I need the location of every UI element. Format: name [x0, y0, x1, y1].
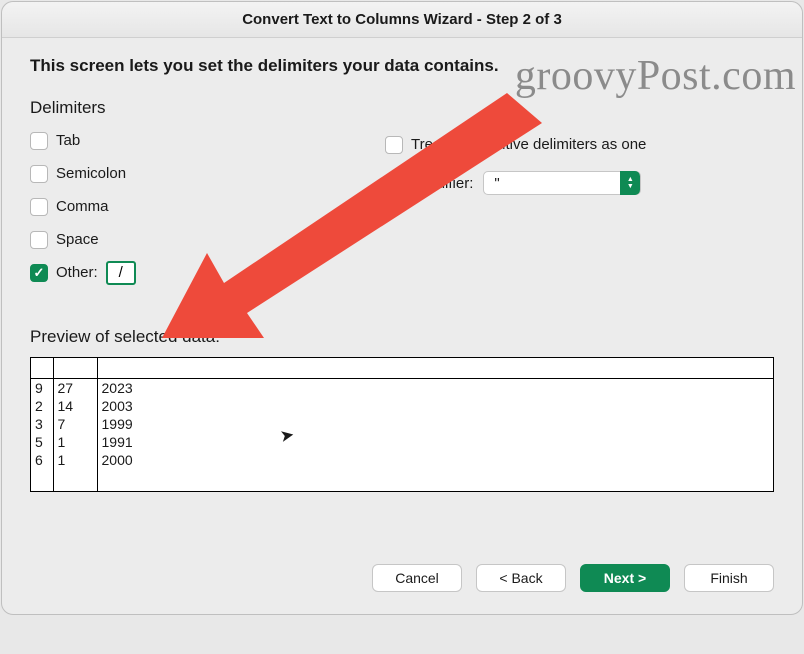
- delimiter-tab-row[interactable]: Tab: [30, 124, 385, 157]
- delimiters-heading: Delimiters: [30, 98, 385, 118]
- other-delimiter-input[interactable]: [106, 261, 136, 285]
- checkbox-space[interactable]: [30, 231, 48, 249]
- next-button[interactable]: Next >: [580, 564, 670, 592]
- preview-label: Preview of selected data:: [30, 327, 774, 347]
- cancel-button[interactable]: Cancel: [372, 564, 462, 592]
- stepper-icon[interactable]: ▲▼: [620, 171, 640, 195]
- delimiter-semicolon-row[interactable]: Semicolon: [30, 157, 385, 190]
- label-space: Space: [56, 231, 99, 248]
- delimiter-other-row[interactable]: ✓ Other:: [30, 256, 385, 289]
- label-tab: Tab: [56, 132, 80, 149]
- treat-consecutive-row[interactable]: Treat consecutive delimiters as one: [385, 128, 774, 161]
- table-row: 612000: [31, 452, 757, 470]
- table-row: 511991: [31, 434, 757, 452]
- label-comma: Comma: [56, 198, 109, 215]
- label-other: Other:: [56, 264, 98, 281]
- checkbox-tab[interactable]: [30, 132, 48, 150]
- back-button[interactable]: < Back: [476, 564, 566, 592]
- label-treat-consecutive: Treat consecutive delimiters as one: [411, 136, 646, 153]
- titlebar: Convert Text to Columns Wizard - Step 2 …: [2, 2, 802, 38]
- table-row: 2142003: [31, 398, 757, 416]
- table-row: 371999: [31, 416, 757, 434]
- checkbox-other[interactable]: ✓: [30, 264, 48, 282]
- checkbox-semicolon[interactable]: [30, 165, 48, 183]
- text-qualifier-select[interactable]: " ▲▼: [483, 171, 641, 195]
- text-qualifier-label: Text qualifier:: [385, 175, 473, 192]
- checkbox-treat-consecutive[interactable]: [385, 136, 403, 154]
- button-bar: Cancel < Back Next > Finish: [2, 546, 802, 614]
- content-area: groovyPost.com This screen lets you set …: [2, 38, 802, 546]
- delimiter-space-row[interactable]: Space: [30, 223, 385, 256]
- text-qualifier-value: ": [494, 175, 499, 192]
- wizard-window: Convert Text to Columns Wizard - Step 2 …: [1, 1, 803, 615]
- checkbox-comma[interactable]: [30, 198, 48, 216]
- preview-box: 9272023 2142003 371999 511991 612000: [30, 357, 774, 492]
- instruction-text: This screen lets you set the delimiters …: [30, 56, 774, 76]
- delimiter-comma-row[interactable]: Comma: [30, 190, 385, 223]
- table-row: 9272023: [31, 380, 757, 398]
- label-semicolon: Semicolon: [56, 165, 126, 182]
- finish-button[interactable]: Finish: [684, 564, 774, 592]
- preview-table: 9272023 2142003 371999 511991 612000: [31, 380, 757, 470]
- window-title: Convert Text to Columns Wizard - Step 2 …: [242, 11, 562, 28]
